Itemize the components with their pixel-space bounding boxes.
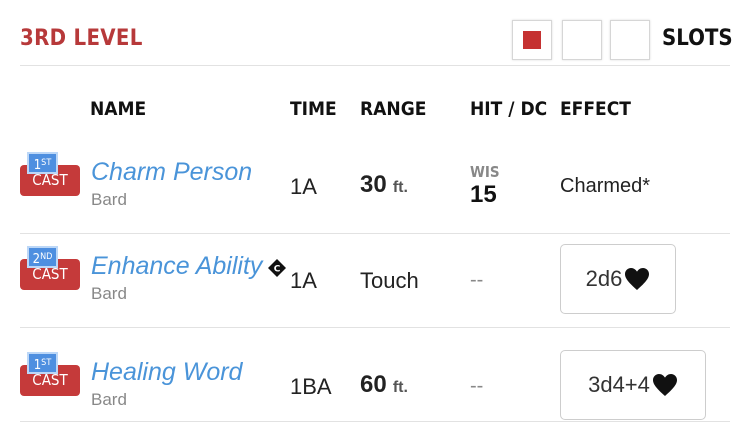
concentration-icon: C [268,259,286,277]
spell-time: 1A [290,268,317,293]
column-header-time: TIME [290,98,337,120]
hit-dc-empty: -- [470,269,484,291]
heal-dice: 3d4+4 [588,372,650,397]
spell-slot-1[interactable] [512,20,552,60]
spell-time: 1BA [290,374,332,399]
spell-slot-2[interactable] [562,20,602,60]
spell-name-link[interactable]: Enhance Ability [91,252,262,281]
cast-level-badge: 2ND [27,246,58,268]
svg-text:C: C [274,265,281,275]
save-dc-value: 15 [470,181,497,208]
spell-row-enhance-ability[interactable]: 2ND CAST Enhance Ability C Bard 1A Touch… [20,234,730,328]
cast-control[interactable]: 1ST CAST [20,152,80,196]
spell-time: 1A [290,174,317,199]
spell-range: 60 ft. [360,371,408,399]
hit-dc-empty: -- [470,375,484,397]
slots-label: SLOTS [662,26,733,51]
heal-dice: 2d6 [585,266,623,291]
spell-name-link[interactable]: Charm Person [91,158,252,187]
spell-range: 30 ft. [360,171,408,199]
spell-row-charm-person[interactable]: 1ST CAST Charm Person Bard 1A 30 ft. WIS… [20,140,730,234]
spell-level-header: 3RD LEVEL SLOTS [20,0,733,66]
range-value: 60 [360,371,387,398]
heart-icon [625,268,650,290]
column-header-hit-dc: HIT / DC [470,98,548,120]
column-header-effect: EFFECT [560,98,631,120]
range-unit: ft. [392,179,408,196]
spell-name-link[interactable]: Healing Word [91,358,242,387]
cast-level-badge: 1ST [27,152,58,174]
spell-level-title: 3RD LEVEL [20,26,143,51]
spell-row-healing-word[interactable]: 1ST CAST Healing Word Bard 1BA 60 ft. --… [20,328,730,422]
column-header-name: NAME [90,98,147,120]
spell-range: Touch [360,268,419,293]
spell-class: Bard [91,284,127,303]
spell-effect: Charmed* [560,175,651,197]
heal-button[interactable]: 2d6 [560,244,676,314]
column-header-range: RANGE [360,98,427,120]
cast-control[interactable]: 2ND CAST [20,246,80,290]
spell-slot-3[interactable] [610,20,650,60]
save-ability: WIS [470,163,500,181]
heart-icon [652,374,677,396]
heal-button[interactable]: 3d4+4 [560,350,706,420]
cast-level-badge: 1ST [27,352,58,374]
cast-control[interactable]: 1ST CAST [20,352,80,396]
spell-class: Bard [91,190,127,209]
range-unit: ft. [392,379,408,396]
spell-class: Bard [91,390,127,409]
range-value: 30 [360,171,387,198]
